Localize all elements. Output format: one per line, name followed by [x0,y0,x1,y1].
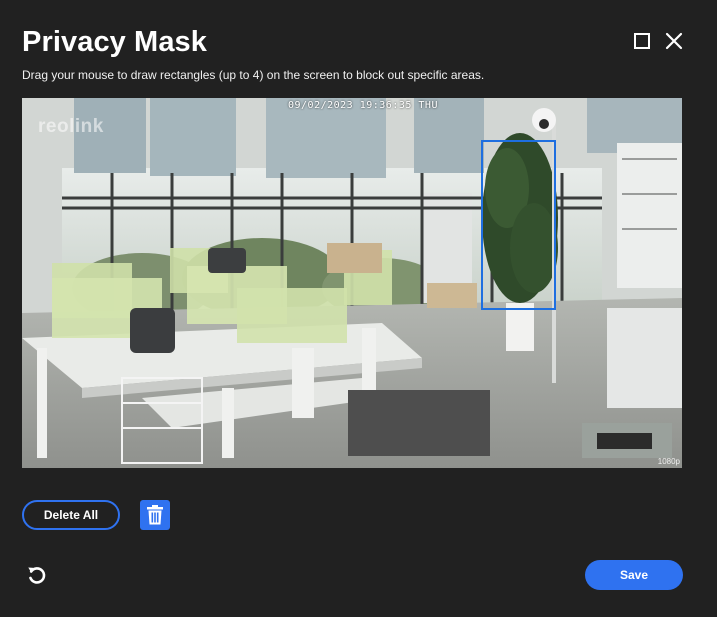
camera-resolution-label: 1080p [657,457,680,466]
close-button[interactable] [664,31,684,51]
dialog-instructions: Drag your mouse to draw rectangles (up t… [22,68,485,82]
privacy-mask-area[interactable] [348,390,490,456]
trash-icon [147,505,163,525]
x-icon [665,32,683,50]
privacy-mask-selection[interactable] [481,140,556,310]
privacy-mask-dialog: Privacy Mask Drag your mouse to draw rec… [0,0,717,617]
delete-all-button[interactable]: Delete All [22,500,120,530]
camera-timestamp: 09/02/2023 19:36:35 THU [288,100,438,111]
save-button[interactable]: Save [585,560,683,590]
square-icon [634,33,650,49]
reset-button[interactable] [26,564,48,586]
delete-mask-button[interactable] [140,500,170,530]
dialog-title: Privacy Mask [22,26,207,58]
camera-watermark-logo: reolink [38,116,104,137]
camera-preview[interactable]: 09/02/2023 19:36:35 THU reolink 1080p [22,98,682,468]
maximize-button[interactable] [632,31,652,51]
refresh-icon [28,567,46,584]
